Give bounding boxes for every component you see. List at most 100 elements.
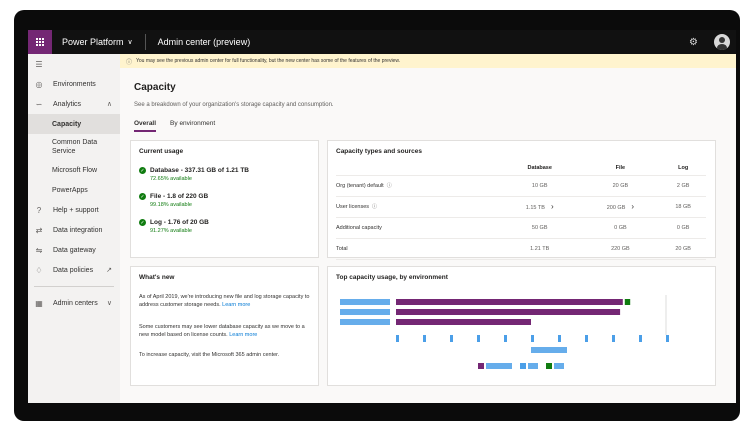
table-row: User licenses ⓘ 1.15 TB › 200 GB › 18 GB [336,196,706,218]
table-cell: 20 GB [580,175,661,197]
external-link-icon: ↗ [106,267,112,274]
bar-database [396,299,623,305]
sidebar-item-label: Data policies [53,266,94,274]
news-paragraph: Some customers may see lower database ca… [139,323,311,339]
sidebar-item-analytics[interactable]: ∽ Analytics ∧ [28,94,120,114]
x-tick-mark [612,335,615,342]
page-subtitle: See a breakdown of your organization's s… [134,102,334,108]
sidebar-item-microsoft-flow[interactable]: Microsoft Flow [28,160,120,180]
banner-text: You may see the previous admin center fo… [136,58,401,64]
brand-label: Power Platform [62,37,124,47]
chevron-right-icon[interactable]: › [631,202,634,211]
chevron-right-icon[interactable]: › [551,202,554,211]
check-circle-icon: ✓ [139,219,146,226]
table-row-total: Total 1.21 TB 220 GB 20 GB [336,238,706,260]
column-header: Log [660,161,706,176]
gear-icon[interactable]: ⚙ [689,37,698,48]
news-paragraph: As of April 2019, we're introducing new … [139,293,311,309]
row-label-cell: Additional capacity [336,217,499,239]
x-tick-mark [477,335,480,342]
chevron-up-icon: ∧ [106,101,112,108]
avatar[interactable] [714,34,730,50]
table-cell: 1.21 TB [498,238,581,260]
news-text: Some customers may see lower database ca… [139,324,305,338]
sidebar-item-label: Data gateway [53,246,96,254]
table-cell: 200 GB › [580,196,661,218]
sidebar-item-data-gateway[interactable]: ⇋ Data gateway [28,240,120,260]
sidebar-item-label: Data integration [53,226,103,234]
x-tick-mark [504,335,507,342]
cell-value: 1.15 TB [525,205,545,211]
table-cell: 0 GB [660,217,706,239]
globe-icon: ◎ [35,79,43,89]
topbar-divider [144,34,146,50]
data-integration-icon: ⇄ [35,225,43,235]
row-label-cell: Org (tenant) default ⓘ [336,175,499,197]
sidebar-item-help-support[interactable]: ? Help + support [28,200,120,220]
info-banner: ⓘ You may see the previous admin center … [120,54,736,68]
x-tick-mark [531,335,534,342]
admin-center-title: Admin center (preview) [157,37,251,47]
usage-file: ✓ File - 1.8 of 220 GB 99.18% available [139,193,208,208]
info-icon: ⓘ [126,59,133,66]
x-axis-label-box [531,347,567,353]
info-icon[interactable]: ⓘ [387,183,392,189]
sidebar-item-admin-centers[interactable]: ▦ Admin centers ∨ [28,293,120,313]
product-switcher[interactable]: Power Platform ∨ [62,37,133,47]
main-content: Capacity See a breakdown of your organiz… [120,68,736,403]
legend-swatch [478,363,484,369]
tab-overall[interactable]: Overall [134,120,157,132]
page-background: Power Platform ∨ Admin center (preview) … [0,0,748,423]
app-launcher-icon[interactable] [28,30,52,54]
tab-bar: Overall By environment [134,120,215,132]
help-icon: ? [36,205,42,215]
row-label: User licenses [336,204,370,210]
legend-label-box [528,363,538,369]
tab-by-environment[interactable]: By environment [170,120,215,132]
legend-swatch [546,363,552,369]
sidebar-item-capacity[interactable]: Capacity [28,114,120,134]
bar-database [396,309,621,315]
category-label-box [340,309,390,315]
sidebar-item-powerapps[interactable]: PowerApps [28,180,120,200]
usage-available: 99.18% available [150,202,192,208]
usage-database: ✓ Database - 337.31 GB of 1.21 TB 72.65% … [139,167,249,182]
info-icon[interactable]: ⓘ [372,204,377,210]
card-title: Current usage [139,148,184,155]
table-cell: 1.15 TB › [498,196,581,218]
sidebar-item-data-policies[interactable]: ♢ Data policies ↗ [28,260,120,280]
column-header: File [580,161,661,176]
storage-usage-card: Current usage ✓ Database - 337.31 GB of 1… [130,140,319,258]
app-window: Power Platform ∨ Admin center (preview) … [28,30,736,403]
top-bar: Power Platform ∨ Admin center (preview) … [28,30,736,54]
top-capacity-chart-card: Top capacity usage, by environment [327,266,716,386]
x-tick-mark [558,335,561,342]
chevron-down-icon: ∨ [106,300,112,307]
sidebar-item-common-data-service[interactable]: Common Data Service [28,134,120,160]
sidebar-menu-toggle[interactable]: ☰ [28,54,120,74]
card-title: What's new [139,274,175,281]
usage-label: Database - 337.31 GB of 1.21 TB [150,167,249,174]
sidebar-divider [34,286,114,287]
x-tick-mark [585,335,588,342]
table-cell: 220 GB [580,238,661,260]
usage-log: ✓ Log - 1.76 of 20 GB 91.27% available [139,219,209,234]
category-label-box [340,319,390,325]
learn-more-link[interactable]: Learn more [229,332,257,338]
x-tick-mark [396,335,399,342]
gateway-icon: ⇋ [35,245,43,255]
usage-label: Log - 1.76 of 20 GB [150,219,209,226]
table-cell: 50 GB [498,217,581,239]
sidebar-item-data-integration[interactable]: ⇄ Data integration [28,220,120,240]
sidebar-item-environments[interactable]: ◎ Environments [28,74,120,94]
sidebar-item-label: Environments [53,80,96,88]
capacity-bar-chart [340,295,669,369]
usage-available: 91.27% available [150,228,192,234]
table-cell: 0 GB [580,217,661,239]
chart-icon: ∽ [35,99,43,109]
category-label-box [340,299,390,305]
capacity-types-card: Capacity types and sources Database File… [327,140,716,260]
column-header [336,161,499,176]
check-circle-icon: ✓ [139,193,146,200]
learn-more-link[interactable]: Learn more [222,302,250,308]
